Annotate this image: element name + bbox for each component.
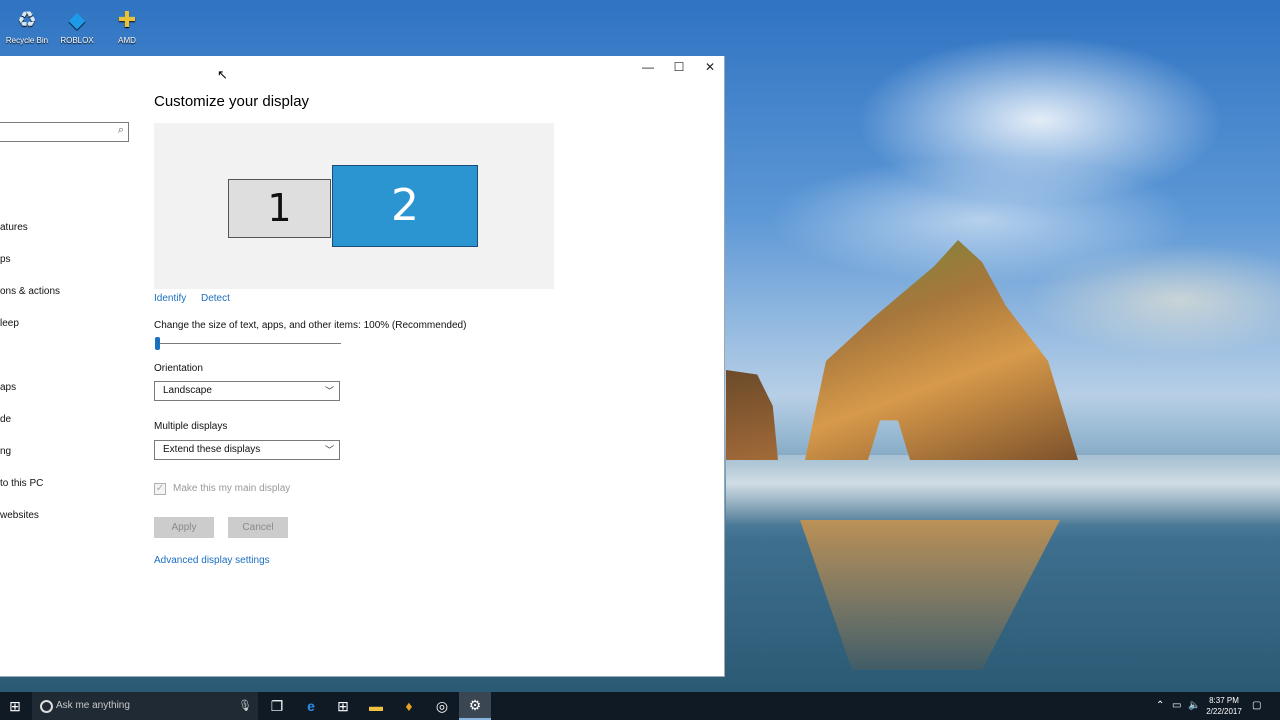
cancel-button[interactable]: Cancel [228, 517, 288, 538]
sidebar-item-notifications-actions[interactable]: ons & actions [0, 286, 60, 297]
multiple-displays-value: Extend these displays [163, 444, 261, 455]
sidebar-item-power-sleep[interactable]: leep [0, 318, 19, 329]
sidebar-item-apps-for-websites[interactable]: websites [0, 510, 39, 521]
start-button[interactable]: ⊞ [0, 692, 30, 720]
taskbar-clock[interactable]: 8:37 PM 2/22/2017 [1202, 695, 1246, 717]
folder-icon: ▬ [369, 698, 383, 714]
clock-date: 2/22/2017 [1206, 707, 1242, 716]
scale-slider-thumb[interactable] [155, 337, 160, 350]
edge-taskbar-button[interactable]: e [296, 692, 326, 720]
app2-taskbar-button[interactable]: ◎ [427, 692, 457, 720]
cortana-search-box[interactable]: Ask me anything 🎙 [32, 692, 258, 720]
desktop-icon-roblox[interactable]: ◆ ROBLOX [52, 6, 102, 45]
display-arrangement-area: 1 2 [154, 123, 554, 289]
search-icon: ⌕ [117, 124, 124, 136]
store-taskbar-button[interactable]: ⊞ [328, 692, 358, 720]
minimize-button[interactable]: — [633, 58, 663, 76]
edge-icon: e [307, 698, 315, 714]
cortana-circle-icon [40, 700, 53, 713]
network-icon[interactable]: ▭ [1172, 692, 1181, 720]
task-view-button[interactable]: ❐ [262, 692, 292, 720]
desktop-icon-amd[interactable]: ✚ AMD [102, 6, 152, 45]
app-icon: ♦ [405, 698, 413, 714]
settings-search-input[interactable]: ⌕ [0, 122, 129, 142]
volume-icon[interactable]: 🔈 [1188, 692, 1200, 720]
sidebar-item-apps-features[interactable]: atures [0, 222, 28, 233]
taskbar: ⊞ Ask me anything 🎙 ❐ e ⊞ ▬ ♦ ◎ ⚙ ⌃ ▭ 🔈 … [0, 692, 1280, 720]
scale-slider[interactable] [155, 337, 341, 350]
desktop-icon-recycle-bin[interactable]: ♻ Recycle Bin [2, 6, 52, 45]
clock-time: 8:37 PM [1209, 696, 1239, 705]
wallpaper-surf [726, 455, 1280, 525]
compass-icon: ◎ [435, 698, 449, 714]
show-hidden-icons-chevron-icon[interactable]: ⌃ [1156, 692, 1164, 720]
app-taskbar-button[interactable]: ♦ [394, 692, 424, 720]
amd-settings-icon: ✚ [117, 7, 137, 32]
gear-icon: ⚙ [468, 697, 482, 713]
page-title: Customize your display [154, 93, 310, 110]
orientation-value: Landscape [163, 385, 212, 396]
orientation-dropdown[interactable]: Landscape ﹀ [154, 381, 340, 401]
maximize-button[interactable]: ☐ [664, 58, 694, 76]
desktop-icon-label: AMD [118, 36, 136, 45]
advanced-display-settings-link[interactable]: Advanced display settings [154, 555, 270, 566]
main-display-checkbox-label: Make this my main display [173, 483, 291, 494]
sidebar-item-multitasking[interactable]: ng [0, 446, 11, 457]
sidebar-item-tablet-mode[interactable]: de [0, 414, 11, 425]
monitor-2-tile[interactable]: 2 [332, 165, 478, 247]
monitor-1-tile[interactable]: 1 [228, 179, 331, 238]
settings-taskbar-button[interactable]: ⚙ [459, 692, 491, 720]
task-view-icon: ❐ [270, 698, 284, 714]
recycle-bin-icon: ♻ [17, 7, 37, 32]
apply-button[interactable]: Apply [154, 517, 214, 538]
multiple-displays-label: Multiple displays [154, 421, 228, 432]
action-center-icon[interactable]: ▢ [1252, 692, 1261, 720]
detect-link[interactable]: Detect [201, 293, 230, 304]
multiple-displays-dropdown[interactable]: Extend these displays ﹀ [154, 440, 340, 460]
cortana-search-placeholder: Ask me anything [56, 700, 130, 711]
roblox-studio-icon: ◆ [68, 7, 86, 32]
desktop-icon-label: ROBLOX [60, 36, 94, 45]
settings-window: — ☐ ✕ ⌕ atures ps ons & actions leep aps… [0, 56, 725, 677]
store-icon: ⊞ [337, 698, 349, 714]
desktop-icon-label: Recycle Bin [5, 36, 49, 45]
orientation-label: Orientation [154, 363, 203, 374]
sidebar-item-default-apps[interactable]: ps [0, 254, 11, 265]
sidebar-item-offline-maps[interactable]: aps [0, 382, 16, 393]
file-explorer-taskbar-button[interactable]: ▬ [361, 692, 391, 720]
close-button[interactable]: ✕ [695, 58, 725, 76]
chevron-down-icon: ﹀ [324, 445, 334, 455]
identify-link[interactable]: Identify [154, 293, 186, 304]
sidebar-item-projecting-to-pc[interactable]: to this PC [0, 478, 43, 489]
scale-label: Change the size of text, apps, and other… [154, 320, 467, 331]
chevron-down-icon: ﹀ [324, 386, 334, 396]
main-display-checkbox[interactable]: ✓ [154, 483, 166, 495]
microphone-icon[interactable]: 🎙 [238, 692, 252, 720]
windows-logo-icon: ⊞ [9, 698, 21, 714]
mouse-cursor-icon: ↖ [217, 67, 228, 82]
